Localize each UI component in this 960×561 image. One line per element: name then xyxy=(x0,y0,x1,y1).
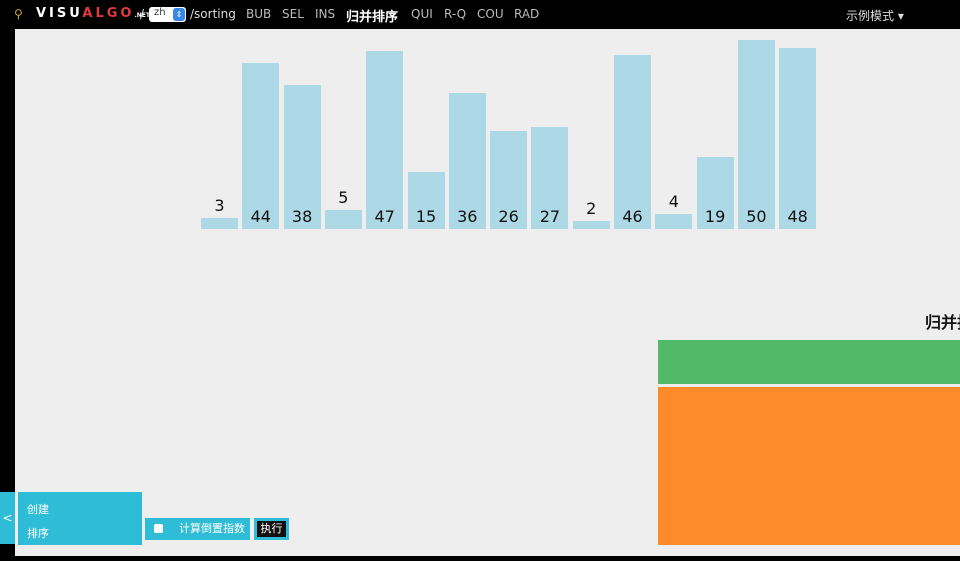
bar-value: 15 xyxy=(415,207,437,226)
bar-value: 46 xyxy=(622,207,643,226)
bar-value: 5 xyxy=(338,188,349,208)
action-create[interactable]: 创建 xyxy=(27,501,142,525)
array-bar xyxy=(242,62,280,229)
nav-sel[interactable]: SEL xyxy=(282,7,304,21)
bar-value: 27 xyxy=(539,207,561,226)
array-bar xyxy=(201,217,238,229)
logo-icon: ⚲ xyxy=(14,7,23,21)
bar-value: 38 xyxy=(291,207,313,226)
nav-归并排序[interactable]: 归并排序 xyxy=(346,6,398,25)
run-button[interactable]: 执行 xyxy=(254,518,289,540)
language-select[interactable]: zh ⇕ xyxy=(149,7,186,22)
array-bar xyxy=(572,221,610,229)
bar-value: 47 xyxy=(374,207,395,226)
bar-value: 48 xyxy=(787,207,808,226)
bar-value: 2 xyxy=(586,199,597,219)
visualization-area: 3 44 38 5 47 15 36 26 27 2 46 4 19 50 48 归并排序 xyxy=(15,29,960,556)
bar-value: 19 xyxy=(704,207,726,226)
nav-qui[interactable]: QUI xyxy=(411,7,433,21)
bar-value: 26 xyxy=(498,207,519,226)
bar-value: 36 xyxy=(457,207,478,226)
top-navbar: ⚲ VISUALGO.NET / zh ⇕ /sorting BUB SEL INS 归… xyxy=(0,0,960,29)
bar-value: 50 xyxy=(746,207,767,226)
bar-value: 4 xyxy=(668,191,679,211)
select-arrows-icon: ⇕ xyxy=(173,8,185,21)
nav-r-q[interactable]: R-Q xyxy=(444,7,466,21)
inversion-checkbox[interactable] xyxy=(154,524,163,533)
inversion-label: 计算倒置指数 xyxy=(179,522,245,535)
array-bar xyxy=(737,40,775,229)
run-label: 执行 xyxy=(257,521,286,537)
nav-ins[interactable]: INS xyxy=(315,7,335,21)
actions-panel: 创建 排序 xyxy=(18,492,142,545)
status-panel xyxy=(658,340,960,384)
array-bar xyxy=(614,55,651,229)
array-bar xyxy=(324,210,362,229)
nav-bub[interactable]: BUB xyxy=(246,7,271,21)
visualgo-logo[interactable]: VISUALGO.NET xyxy=(36,6,150,21)
action-sort[interactable]: 排序 xyxy=(27,525,142,549)
inversion-option[interactable]: 计算倒置指数 xyxy=(145,518,250,540)
separator: / xyxy=(140,7,145,21)
nav-cou[interactable]: COU xyxy=(477,7,504,21)
array-bar xyxy=(779,47,817,229)
array-bar xyxy=(366,51,404,229)
path-label: /sorting xyxy=(190,7,236,21)
code-panel xyxy=(658,387,960,545)
bar-value: 3 xyxy=(214,195,225,215)
mode-dropdown[interactable]: 示例模式 ▾ xyxy=(846,7,904,24)
nav-rad[interactable]: RAD xyxy=(514,7,539,21)
actions-toggle[interactable]: < xyxy=(0,492,15,544)
array-bar xyxy=(655,213,693,229)
codetrace-title: 归并排序 xyxy=(925,313,960,332)
bar-value: 44 xyxy=(250,207,271,226)
